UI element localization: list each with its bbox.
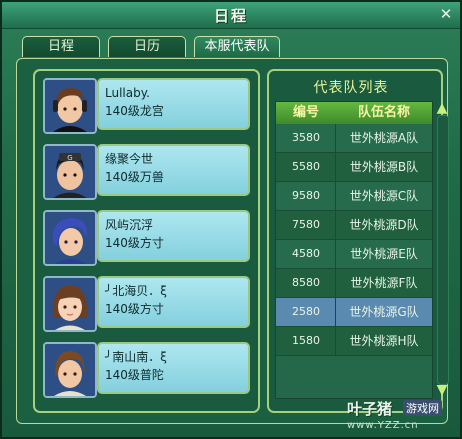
avatar-brown-hair-boy-2-icon bbox=[45, 344, 95, 396]
member-card: 缘聚今世 140级万兽 bbox=[97, 144, 250, 196]
tab-calendar[interactable]: 日历 bbox=[108, 36, 186, 57]
member-item[interactable]: Lullaby. 140级龙宫 bbox=[39, 75, 250, 135]
member-card: ╯南山南．ξ 140级普陀 bbox=[97, 342, 250, 394]
avatar: G bbox=[43, 144, 97, 200]
avatar-black-hair-boy-icon: G bbox=[45, 146, 95, 198]
table-row[interactable]: 9580 世外桃源C队 bbox=[276, 182, 432, 211]
team-id: 3580 bbox=[292, 131, 320, 144]
team-id: 4580 bbox=[292, 247, 320, 260]
header-name: 队伍名称 bbox=[357, 105, 410, 120]
scrollbar[interactable]: ▲ ▼ bbox=[435, 101, 449, 397]
svg-text:G: G bbox=[67, 154, 72, 162]
schedule-window: 日程 ✕ 日程 日历 本服代表队 Lullaby. 140级龙宫 G 缘聚今世 … bbox=[0, 0, 462, 439]
member-name: 风屿沉浮 bbox=[105, 218, 154, 232]
team-id: 1580 bbox=[292, 334, 320, 347]
team-id: 5580 bbox=[292, 160, 320, 173]
watermark-brand: 叶子猪 bbox=[347, 400, 393, 418]
member-card: ╯北海贝．ξ 140级方寸 bbox=[97, 276, 250, 328]
team-name: 世外桃源H队 bbox=[349, 334, 419, 348]
watermark-badge: 游戏网 bbox=[403, 400, 442, 416]
team-name: 世外桃源D队 bbox=[349, 218, 419, 232]
table-row[interactable]: 1580 世外桃源H队 bbox=[276, 327, 432, 356]
table-header: 编号 队伍名称 bbox=[276, 102, 432, 124]
team-name: 世外桃源A队 bbox=[349, 131, 419, 145]
team-name: 世外桃源F队 bbox=[350, 276, 418, 290]
avatar bbox=[43, 78, 97, 134]
member-item[interactable]: G 缘聚今世 140级万兽 bbox=[39, 141, 250, 201]
tab-schedule[interactable]: 日程 bbox=[22, 36, 100, 57]
team-id: 7580 bbox=[292, 218, 320, 231]
team-name: 世外桃源G队 bbox=[349, 305, 419, 319]
header-id: 编号 bbox=[292, 105, 319, 120]
member-item[interactable]: 风屿沉浮 140级方寸 bbox=[39, 207, 250, 267]
team-list-title: 代表队列表 bbox=[313, 80, 389, 96]
avatar bbox=[43, 342, 97, 398]
member-info: 140级龙宫 bbox=[105, 104, 164, 118]
table-row[interactable]: 8580 世外桃源F队 bbox=[276, 269, 432, 298]
member-info: 140级普陀 bbox=[105, 368, 164, 382]
table-row[interactable]: 7580 世外桃源D队 bbox=[276, 211, 432, 240]
avatar-girl-icon bbox=[45, 278, 95, 330]
team-id: 9580 bbox=[292, 189, 320, 202]
avatar bbox=[43, 210, 97, 266]
member-item[interactable]: ╯南山南．ξ 140级普陀 bbox=[39, 339, 250, 399]
team-name: 世外桃源C队 bbox=[349, 189, 419, 203]
scroll-up-icon[interactable]: ▲ bbox=[435, 101, 449, 115]
watermark-url: www.YZZ.cn bbox=[347, 420, 419, 431]
close-icon[interactable]: ✕ bbox=[438, 6, 454, 22]
member-info: 140级万兽 bbox=[105, 170, 164, 184]
member-card: 风屿沉浮 140级方寸 bbox=[97, 210, 250, 262]
tab-server-team[interactable]: 本服代表队 bbox=[194, 36, 280, 57]
team-id: 2580 bbox=[292, 305, 320, 318]
title-bar: 日程 ✕ bbox=[2, 2, 460, 29]
scroll-track[interactable] bbox=[437, 115, 449, 385]
member-info: 140级方寸 bbox=[105, 302, 164, 316]
member-card: Lullaby. 140级龙宫 bbox=[97, 78, 250, 130]
member-item[interactable]: ╯北海贝．ξ 140级方寸 bbox=[39, 273, 250, 333]
team-list-panel: 代表队列表 编号 队伍名称 3580 世外桃源A队 5580 世外桃源B队 95… bbox=[267, 69, 449, 413]
member-name: ╯北海贝．ξ bbox=[105, 284, 167, 298]
table-row[interactable]: 4580 世外桃源E队 bbox=[276, 240, 432, 269]
team-name: 世外桃源B队 bbox=[349, 160, 419, 174]
member-name: ╯南山南．ξ bbox=[105, 350, 167, 364]
content-panel: Lullaby. 140级龙宫 G 缘聚今世 140级万兽 风屿沉浮 140级方… bbox=[16, 58, 449, 424]
window-title: 日程 bbox=[213, 7, 248, 25]
team-id: 8580 bbox=[292, 276, 320, 289]
member-name: 缘聚今世 bbox=[105, 152, 154, 166]
avatar-brown-hair-boy-icon bbox=[45, 80, 95, 132]
watermark: 叶子猪 游戏网 www.YZZ.cn bbox=[347, 398, 457, 438]
table-row[interactable]: 3580 世外桃源A队 bbox=[276, 124, 432, 153]
table-row-selected[interactable]: 2580 世外桃源G队 bbox=[276, 298, 432, 327]
avatar bbox=[43, 276, 97, 332]
member-name: Lullaby. bbox=[105, 86, 150, 100]
table-row[interactable]: 5580 世外桃源B队 bbox=[276, 153, 432, 182]
team-table: 编号 队伍名称 3580 世外桃源A队 5580 世外桃源B队 9580 世外桃… bbox=[275, 101, 433, 399]
member-list: Lullaby. 140级龙宫 G 缘聚今世 140级万兽 风屿沉浮 140级方… bbox=[33, 69, 260, 413]
team-name: 世外桃源E队 bbox=[350, 247, 418, 261]
avatar-blue-hair-boy-icon bbox=[45, 212, 95, 264]
scroll-down-icon[interactable]: ▼ bbox=[435, 383, 449, 397]
member-info: 140级方寸 bbox=[105, 236, 164, 250]
